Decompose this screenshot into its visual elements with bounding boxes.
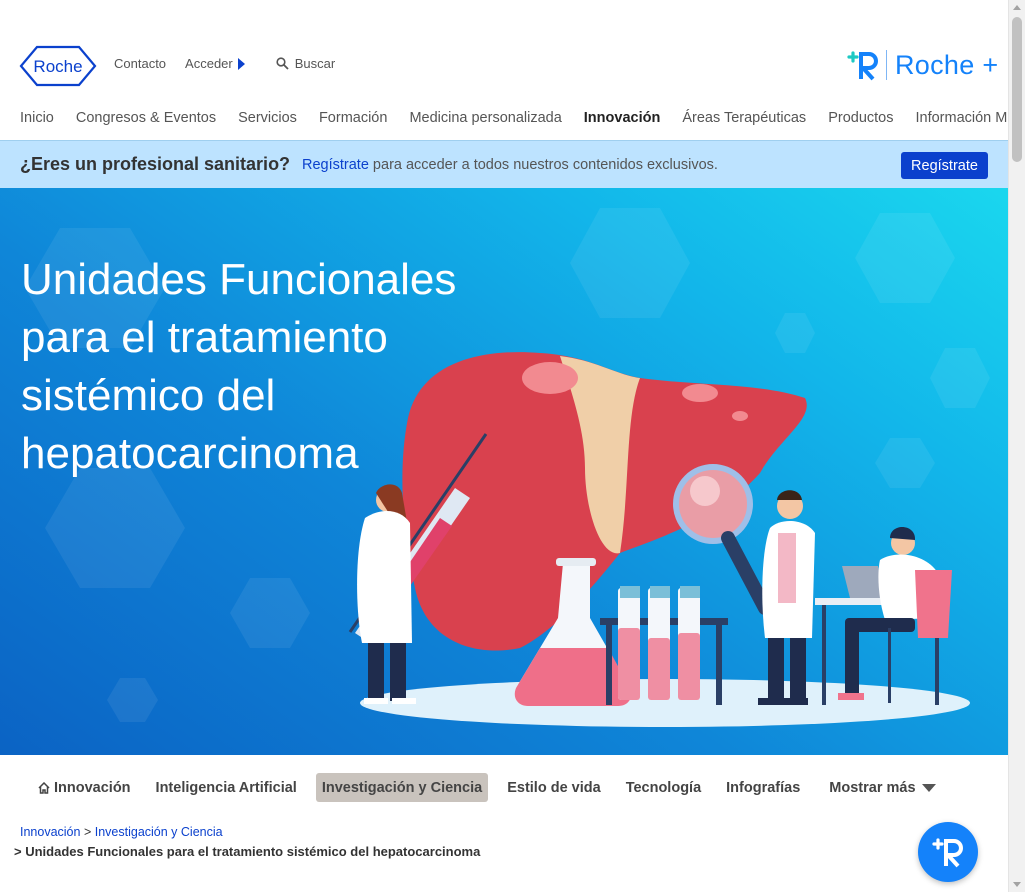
- roche-plus-fab-button[interactable]: [918, 822, 978, 882]
- search-icon: [276, 57, 289, 70]
- roche-plus-logo[interactable]: Roche +: [846, 48, 998, 82]
- nav-item-inicio[interactable]: Inicio: [20, 110, 54, 126]
- tab-label: Tecnología: [625, 779, 702, 796]
- tab-label: Infografías: [726, 779, 801, 796]
- roche-plus-icon: [847, 51, 878, 81]
- scroll-up-icon[interactable]: [1013, 5, 1021, 10]
- show-more-label: Mostrar más: [829, 779, 916, 796]
- tab-label: Innovación: [54, 779, 131, 796]
- nav-item-areas-terapeuticas[interactable]: Áreas Terapéuticas: [682, 110, 806, 126]
- roche-logo[interactable]: Roche: [19, 45, 97, 87]
- roche-plus-divider: [886, 50, 887, 80]
- breadcrumb-item-investigacion[interactable]: Investigación y Ciencia: [95, 825, 223, 839]
- banner-register-link[interactable]: Regístrate: [302, 157, 369, 173]
- banner-text-rest: para acceder a todos nuestros contenidos…: [368, 157, 718, 173]
- nav-item-formacion[interactable]: Formación: [319, 110, 388, 126]
- login-label: Acceder: [185, 56, 233, 71]
- section-subnav: Innovación Inteligencia Artificial Investi…: [32, 773, 936, 802]
- tab-label: Estilo de vida: [507, 779, 601, 796]
- nav-item-innovacion[interactable]: Innovación: [584, 110, 661, 126]
- utility-links: Contacto Acceder Buscar: [114, 56, 335, 71]
- tab-innovacion[interactable]: Innovación: [32, 773, 137, 802]
- page-scrollbar[interactable]: [1008, 0, 1025, 892]
- nav-item-congresos-eventos[interactable]: Congresos & Eventos: [76, 110, 216, 126]
- site-header: Roche Contacto Acceder Buscar Roche + In…: [0, 0, 1025, 140]
- breadcrumb: Innovación > Investigación y Ciencia: [20, 825, 223, 839]
- tab-label: Inteligencia Artificial: [155, 779, 297, 796]
- logo-text: Roche: [33, 57, 82, 76]
- search-link[interactable]: Buscar: [276, 56, 335, 71]
- tab-tecnologia[interactable]: Tecnología: [620, 773, 707, 802]
- tab-infografias[interactable]: Infografías: [720, 773, 806, 802]
- tab-estilo-de-vida[interactable]: Estilo de vida: [501, 773, 606, 802]
- chevron-down-icon: [921, 783, 936, 792]
- professional-banner: ¿Eres un profesional sanitario? Regístra…: [0, 140, 1008, 188]
- breadcrumb-item-innovacion[interactable]: Innovación: [20, 825, 80, 839]
- main-navigation: Inicio Congresos & Eventos Servicios Formac…: [20, 110, 1025, 126]
- tab-investigacion-y-ciencia[interactable]: Investigación y Ciencia: [315, 773, 489, 802]
- roche-plus-text: Roche +: [895, 49, 999, 80]
- hero-section: Unidades Funcionales para el tratamiento…: [0, 188, 1008, 755]
- banner-question: ¿Eres un profesional sanitario?: [20, 154, 291, 174]
- nav-item-servicios[interactable]: Servicios: [238, 110, 297, 126]
- hero-title: Unidades Funcionales para el tratamiento…: [21, 255, 457, 478]
- tab-label: Investigación y Ciencia: [321, 779, 483, 796]
- home-icon: [38, 781, 50, 794]
- breadcrumb-current: > Unidades Funcionales para el tratamien…: [14, 844, 481, 859]
- contact-link[interactable]: Contacto: [114, 56, 166, 71]
- caret-right-icon: [237, 57, 245, 70]
- banner-text: Regístrate para acceder a todos nuestros…: [302, 157, 718, 173]
- tab-inteligencia-artificial[interactable]: Inteligencia Artificial: [150, 773, 303, 802]
- roche-plus-icon: [932, 838, 963, 868]
- breadcrumb-separator: >: [83, 825, 92, 839]
- search-label: Buscar: [294, 56, 336, 71]
- login-link[interactable]: Acceder: [185, 56, 245, 71]
- nav-item-productos[interactable]: Productos: [828, 110, 893, 126]
- nav-item-medicina-personalizada[interactable]: Medicina personalizada: [409, 110, 561, 126]
- scroll-down-icon[interactable]: [1013, 882, 1021, 887]
- show-more-button[interactable]: Mostrar más: [829, 779, 936, 796]
- register-button[interactable]: Regístrate: [901, 152, 988, 179]
- scrollbar-thumb[interactable]: [1012, 17, 1022, 162]
